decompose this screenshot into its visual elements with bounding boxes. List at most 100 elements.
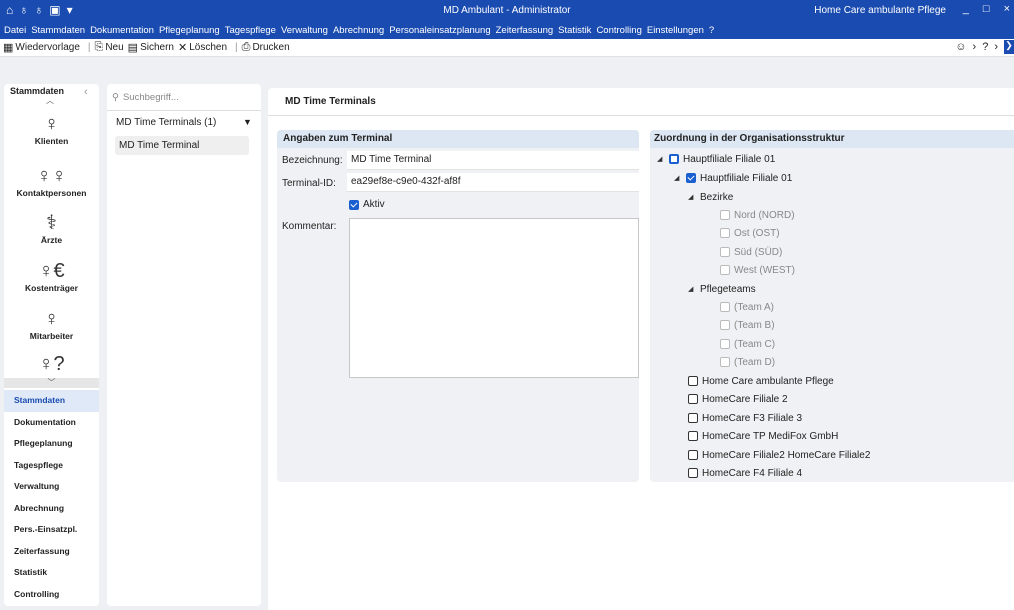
checkbox-icon (720, 210, 730, 220)
section-pers-einsatzpl[interactable]: Pers.-Einsatzpl. (4, 519, 99, 541)
tree-node[interactable]: HomeCare F3 Filiale 3 (688, 411, 802, 425)
tree-node[interactable]: ◢ Pflegeteams (688, 282, 756, 296)
caret-expanded-icon[interactable]: ◢ (657, 155, 665, 163)
tree-node-label: West (WEST) (734, 264, 795, 276)
module-label: Ärzte (40, 235, 63, 245)
terminal-details-header: Angaben zum Terminal (277, 130, 639, 148)
menu-controlling[interactable]: Controlling (596, 25, 641, 36)
company-name: Home Care ambulante Pflege (814, 5, 946, 16)
bezeichnung-label: Bezeichnung: (282, 155, 343, 166)
caret-expanded-icon[interactable]: ◢ (674, 174, 682, 182)
section-dokumentation[interactable]: Dokumentation (4, 412, 99, 434)
module-mitarbeiter[interactable]: ♀ Mitarbeiter (4, 307, 99, 341)
caret-expanded-icon[interactable]: ◢ (688, 285, 696, 293)
scroll-up-icon[interactable]: ︿ (46, 95, 54, 106)
checkbox-icon[interactable] (688, 413, 698, 423)
divider (107, 110, 261, 111)
chevron-right-icon[interactable]: › (994, 41, 998, 53)
chevron-right-icon[interactable]: › (973, 41, 977, 53)
checkbox-icon[interactable] (688, 394, 698, 404)
module-kostentraeger[interactable]: ♀€ Kostenträger (4, 259, 99, 293)
menu-abrechnung[interactable]: Abrechnung (333, 25, 384, 36)
tree-node-label: (Team C) (734, 338, 776, 350)
menu-help[interactable]: ? (709, 25, 714, 36)
caret-expanded-icon[interactable]: ◢ (688, 193, 696, 201)
section-verwaltung[interactable]: Verwaltung (4, 476, 99, 498)
module-aerzte[interactable]: ⚕ Ärzte (4, 211, 99, 245)
divider (268, 115, 1014, 116)
bezeichnung-field[interactable]: MD Time Terminal (347, 151, 639, 170)
smiley-icon[interactable]: ☺ (955, 41, 966, 53)
module-kontaktpersonen[interactable]: ♀♀ Kontaktpersonen (4, 164, 99, 198)
checkbox-checked-icon[interactable] (686, 173, 696, 183)
section-tagespflege[interactable]: Tagespflege (4, 455, 99, 477)
tree-node: (Team C) (720, 337, 775, 351)
page-title: MD Time Terminals (285, 96, 376, 107)
caret-down-icon[interactable]: ▼ (243, 117, 252, 127)
checkbox-icon (720, 357, 730, 367)
delete-button[interactable]: ✕ Löschen (178, 41, 227, 54)
tree-node-label: Süd (SÜD) (734, 246, 783, 258)
collapse-icon[interactable]: ‹ (84, 86, 88, 98)
tree-node[interactable]: ◢ Hauptfiliale Filiale 01 (657, 152, 775, 166)
menu-verwaltung[interactable]: Verwaltung (281, 25, 328, 36)
section-statistik[interactable]: Statistik (4, 562, 99, 584)
tree-node[interactable]: Home Care ambulante Pflege (688, 374, 834, 388)
module-klienten[interactable]: ♀ Klienten (4, 112, 99, 146)
close-button[interactable]: × (1004, 3, 1010, 15)
aktiv-checkbox[interactable]: Aktiv (349, 199, 385, 210)
section-list: Stammdaten Dokumentation Pflegeplanung T… (4, 390, 99, 605)
new-document-icon: ⎘ (94, 41, 104, 53)
tree-node-label: HomeCare F3 Filiale 3 (702, 412, 803, 424)
save-button[interactable]: ▤ Sichern (128, 41, 174, 54)
section-abrechnung[interactable]: Abrechnung (4, 498, 99, 520)
wiedervorlage-button[interactable]: ▦ Wiedervorlage (3, 41, 80, 54)
checkbox-icon (720, 228, 730, 238)
section-controlling[interactable]: Controlling (4, 584, 99, 606)
menu-dokumentation[interactable]: Dokumentation (90, 25, 154, 36)
search-input[interactable]: ⚲ Suchbegriff... (112, 92, 179, 103)
tree-node: (Team B) (720, 318, 775, 332)
maximize-button[interactable]: □ (983, 3, 990, 15)
checkbox-icon[interactable] (688, 376, 698, 386)
menu-stammdaten[interactable]: Stammdaten (31, 25, 85, 36)
tree-node[interactable]: HomeCare TP MediFox GmbH (688, 429, 838, 443)
menu-personaleinsatzplanung[interactable]: Personaleinsatzplanung (389, 25, 490, 36)
module-more[interactable]: ♀? (4, 352, 99, 376)
printer-icon: ⎙ (241, 41, 251, 53)
checkbox-icon[interactable] (669, 154, 679, 164)
menu-einstellungen[interactable]: Einstellungen (647, 25, 704, 36)
sidebar-toggle-icon[interactable]: ❯ (1004, 40, 1014, 54)
calendar-icon: ▦ (3, 42, 14, 54)
menu-zeiterfassung[interactable]: Zeiterfassung (496, 25, 554, 36)
menu-pflegeplanung[interactable]: Pflegeplanung (159, 25, 220, 36)
tree-node[interactable]: HomeCare F4 Filiale 4 (688, 466, 802, 480)
kommentar-textarea[interactable] (349, 218, 639, 378)
list-item[interactable]: MD Time Terminal (115, 136, 249, 155)
menu-statistik[interactable]: Statistik (558, 25, 591, 36)
help-icon[interactable]: ? (982, 41, 988, 53)
minimize-button[interactable]: _ (963, 3, 969, 15)
checkbox-icon[interactable] (688, 450, 698, 460)
menu-tagespflege[interactable]: Tagespflege (225, 25, 276, 36)
print-button[interactable]: ⎙ Drucken (242, 41, 290, 54)
tree-node[interactable]: ◢ Bezirke (688, 190, 733, 204)
scroll-down-icon[interactable]: ﹀ (4, 378, 99, 388)
group-header[interactable]: MD Time Terminals (1) (116, 117, 216, 128)
window-controls: _ □ × (963, 3, 1010, 15)
checkbox-icon[interactable] (688, 431, 698, 441)
search-placeholder: Suchbegriff... (122, 92, 179, 103)
terminal-id-field[interactable]: ea29ef8e-c9e0-432f-af8f (347, 173, 639, 192)
tree-node[interactable]: HomeCare Filiale 2 (688, 392, 788, 406)
section-pflegeplanung[interactable]: Pflegeplanung (4, 433, 99, 455)
tree-node[interactable]: ◢ Hauptfiliale Filiale 01 (674, 171, 792, 185)
new-button[interactable]: ⎘ Neu (95, 41, 124, 54)
checkbox-icon[interactable] (688, 468, 698, 478)
record-list-panel (107, 84, 261, 606)
tree-node: (Team D) (720, 355, 775, 369)
section-stammdaten[interactable]: Stammdaten (4, 390, 99, 412)
save-label: Sichern (140, 42, 174, 53)
tree-node[interactable]: HomeCare Filiale2 HomeCare Filiale2 (688, 448, 870, 462)
section-zeiterfassung[interactable]: Zeiterfassung (4, 541, 99, 563)
menu-datei[interactable]: Datei (4, 25, 26, 36)
